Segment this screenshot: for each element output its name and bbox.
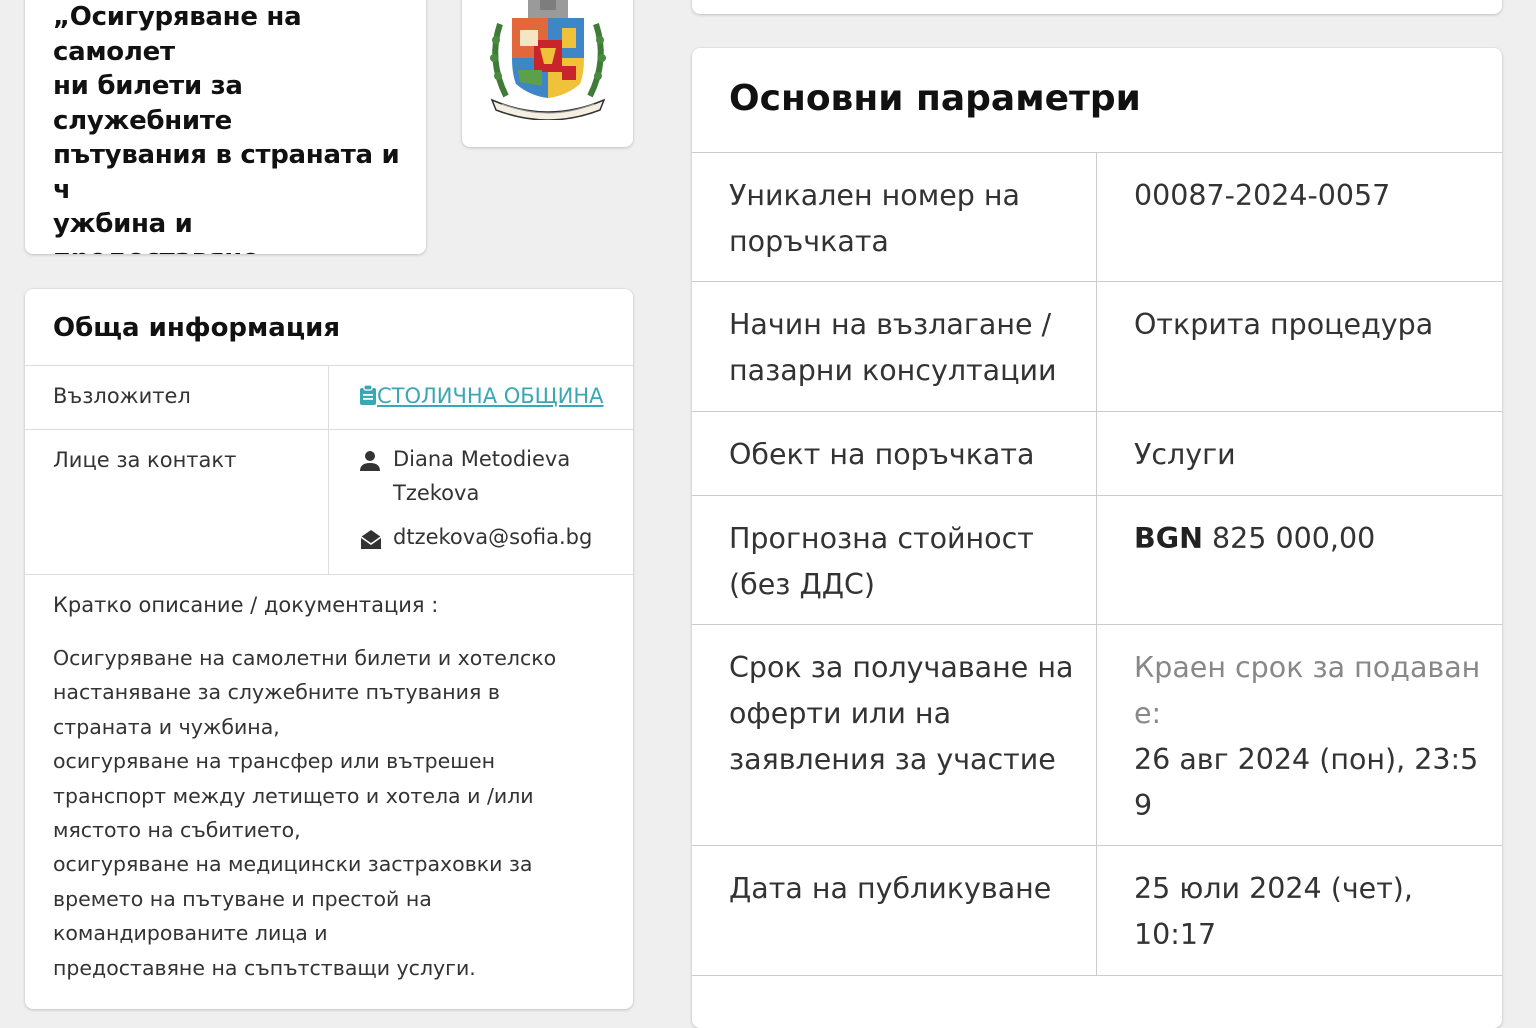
- contact-person: Diana Metodieva Tzekova: [359, 447, 633, 510]
- clipboard-icon: [360, 384, 376, 405]
- param-row-unique-number: Уникален номер на поръчката 00087-2024-0…: [692, 153, 1502, 282]
- deadline-value: 26 авг 2024 (пон), 23:5 9: [1134, 743, 1479, 822]
- main-parameters-heading: Основни параметри: [692, 48, 1502, 153]
- param-label: Начин на възлагане / пазарни консултации: [692, 282, 1097, 411]
- envelope-open-icon: [359, 526, 393, 555]
- param-label: Уникален номер на поръчката: [692, 153, 1097, 281]
- deadline-sublabel: Краен срок за подаван е:: [1134, 651, 1481, 730]
- logo-card: [462, 0, 633, 147]
- person-icon: [359, 448, 393, 477]
- param-value: Краен срок за подаван е: 26 авг 2024 (по…: [1097, 625, 1502, 845]
- param-row-estimated-value: Прогнозна стойност (без ДДС) BGN 825 000…: [692, 496, 1502, 625]
- param-row-object: Обект на поръчката Услуги: [692, 412, 1502, 496]
- contact-label: Лице за контакт: [25, 430, 329, 574]
- param-row-publication-date: Дата на публикуване 25 юли 2024 (чет), 1…: [692, 846, 1502, 976]
- param-label: Дата на публикуване: [692, 846, 1097, 975]
- contact-email[interactable]: dtzekova@sofia.bg: [393, 520, 592, 554]
- param-value: 00087-2024-0057: [1134, 179, 1391, 212]
- general-info-heading: Обща информация: [25, 289, 633, 366]
- param-label: Прогнозна стойност (без ДДС): [692, 496, 1097, 624]
- procurement-title-card: „Осигуряване на самолет ни билети за слу…: [25, 0, 426, 254]
- contractor-value: СТОЛИЧНА ОБЩИНА: [329, 366, 633, 429]
- amount: 825 000,00: [1212, 522, 1376, 555]
- param-row-procedure-type: Начин на възлагане / пазарни консултации…: [692, 282, 1502, 412]
- param-row-deadline: Срок за получаване на оферти или на заяв…: [692, 625, 1502, 846]
- contractor-label: Възложител: [25, 366, 329, 429]
- previous-card: [692, 0, 1502, 14]
- sofia-coat-of-arms-icon: [490, 0, 606, 120]
- param-value: Услуги: [1134, 438, 1236, 471]
- contact-email-line: dtzekova@sofia.bg: [359, 525, 633, 555]
- currency-code: BGN: [1134, 522, 1203, 555]
- param-value: 25 юли 2024 (чет), 10:17: [1134, 872, 1413, 951]
- description-section: Кратко описание / документация : Осигуря…: [25, 575, 633, 1003]
- param-label: Срок за получаване на оферти или на заяв…: [692, 625, 1097, 845]
- description-label: Кратко описание / документация :: [53, 593, 439, 617]
- procurement-title: „Осигуряване на самолет ни билети за слу…: [53, 2, 400, 254]
- contact-value: Diana Metodieva Tzekova dtzekova@sofia.b…: [329, 430, 633, 574]
- main-parameters-card: Основни параметри Уникален номер на поръ…: [692, 48, 1502, 1028]
- contact-row: Лице за контакт Diana Metodieva Tzekova: [25, 430, 633, 575]
- param-value: BGN 825 000,00: [1097, 496, 1502, 624]
- description-text: Осигуряване на самолетни билети и хотелс…: [53, 646, 557, 980]
- param-label: Обект на поръчката: [692, 412, 1097, 495]
- general-info-card: Обща информация Възложител СТОЛИЧНА ОБЩИ…: [25, 289, 633, 1009]
- contractor-row: Възложител СТОЛИЧНА ОБЩИНА: [25, 366, 633, 430]
- contact-name: Diana Metodieva Tzekova: [393, 447, 571, 505]
- contractor-link[interactable]: СТОЛИЧНА ОБЩИНА: [377, 384, 604, 408]
- param-value: Открита процедура: [1134, 308, 1434, 341]
